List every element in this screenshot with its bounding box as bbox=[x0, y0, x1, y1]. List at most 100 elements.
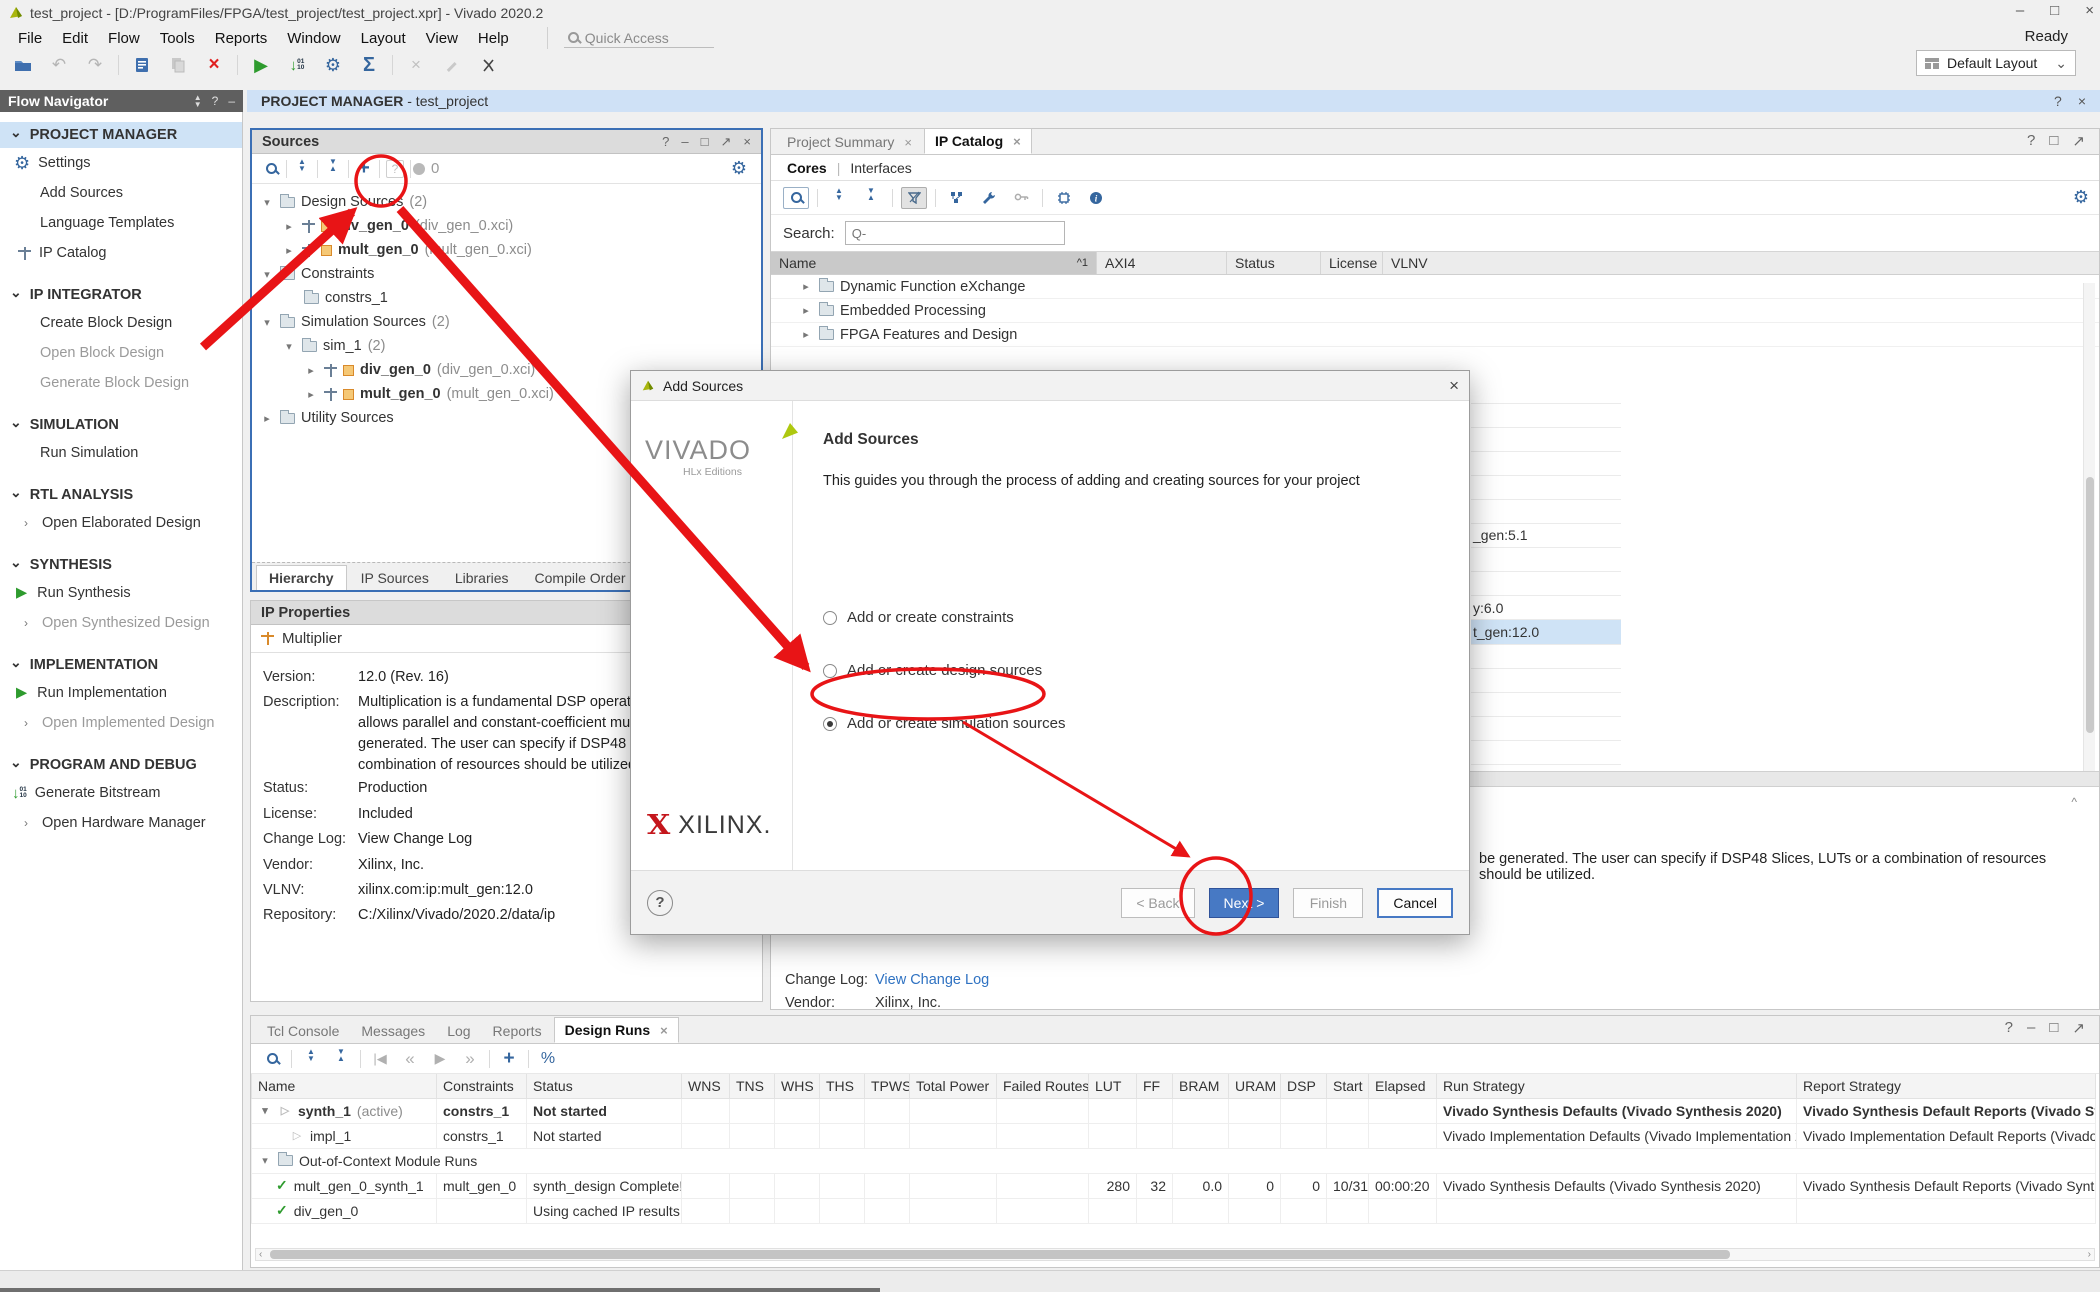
column-vlnv[interactable]: VLNV bbox=[1383, 252, 1623, 274]
info-icon[interactable]: i bbox=[1083, 187, 1109, 209]
radio-add-simulation-sources[interactable]: Add or create simulation sources bbox=[823, 715, 1065, 732]
dialog-titlebar[interactable]: Add Sources × bbox=[631, 371, 1469, 401]
wrench-icon[interactable] bbox=[976, 187, 1002, 209]
col-dsp[interactable]: DSP bbox=[1281, 1074, 1327, 1098]
chip-icon[interactable] bbox=[1051, 187, 1077, 209]
tab-ip-catalog[interactable]: IP Catalog× bbox=[924, 128, 1032, 154]
collapse-all-icon[interactable]: ▲▼ bbox=[298, 1048, 324, 1070]
tab-ip-sources[interactable]: IP Sources bbox=[349, 566, 441, 590]
col-tns[interactable]: TNS bbox=[730, 1074, 775, 1098]
subtab-interfaces[interactable]: Interfaces bbox=[850, 160, 911, 176]
fn-item-run-synthesis[interactable]: Run Synthesis bbox=[0, 578, 242, 608]
column-axi4[interactable]: AXI4 bbox=[1097, 252, 1227, 274]
col-name[interactable]: Name bbox=[252, 1074, 437, 1098]
sigma-icon[interactable]: Σ bbox=[356, 53, 382, 77]
gear-icon[interactable] bbox=[731, 158, 747, 179]
menu-window[interactable]: Window bbox=[277, 28, 350, 49]
fn-section-rtl-analysis[interactable]: RTL ANALYSIS bbox=[0, 482, 242, 508]
close-icon[interactable]: × bbox=[1013, 134, 1021, 149]
maximize-panel-icon[interactable]: □ bbox=[2049, 1019, 2058, 1037]
menu-flow[interactable]: Flow bbox=[98, 28, 150, 49]
col-ths[interactable]: THS bbox=[820, 1074, 865, 1098]
fn-item-open-implemented-design[interactable]: ›Open Implemented Design bbox=[0, 708, 242, 738]
tab-project-summary[interactable]: Project Summary× bbox=[777, 130, 922, 154]
fn-section-implementation[interactable]: IMPLEMENTATION bbox=[0, 652, 242, 678]
tree-row[interactable]: ▾Simulation Sources(2) bbox=[252, 310, 761, 334]
tree-row[interactable]: ▸div_gen_0(div_gen_0.xci) bbox=[252, 214, 761, 238]
col-total-power[interactable]: Total Power bbox=[910, 1074, 997, 1098]
fn-item-run-simulation[interactable]: Run Simulation bbox=[0, 438, 242, 468]
expand-all-icon[interactable]: ▼▲ bbox=[320, 158, 346, 180]
minimize-panel-icon[interactable]: – bbox=[681, 134, 688, 150]
help-icon[interactable]: ? bbox=[662, 134, 669, 150]
catalog-scrollbar[interactable] bbox=[2083, 283, 2095, 771]
tab-messages[interactable]: Messages bbox=[351, 1019, 435, 1043]
menu-edit[interactable]: Edit bbox=[52, 28, 98, 49]
percent-icon[interactable]: % bbox=[535, 1048, 561, 1070]
fn-item-open-hardware-manager[interactable]: ›Open Hardware Manager bbox=[0, 808, 242, 838]
catalog-row[interactable]: ▸Dynamic Function eXchange bbox=[771, 275, 2099, 299]
menu-tools[interactable]: Tools bbox=[150, 28, 205, 49]
minimize-icon[interactable]: – bbox=[2016, 2, 2024, 19]
catalog-search-input[interactable] bbox=[845, 221, 1065, 245]
radio-selected-icon[interactable] bbox=[823, 717, 837, 731]
add-sources-icon[interactable]: + bbox=[351, 158, 377, 180]
redo-icon[interactable]: ↷ bbox=[82, 53, 108, 77]
col-bram[interactable]: BRAM bbox=[1173, 1074, 1229, 1098]
tab-log[interactable]: Log bbox=[437, 1019, 480, 1043]
col-whs[interactable]: WHS bbox=[775, 1074, 820, 1098]
tree-row[interactable]: ▸mult_gen_0(mult_gen_0.xci) bbox=[252, 238, 761, 262]
col-wns[interactable]: WNS bbox=[682, 1074, 730, 1098]
radio-add-constraints[interactable]: Add or create constraints bbox=[823, 609, 1014, 626]
column-status[interactable]: Status bbox=[1227, 252, 1321, 274]
maximize-icon[interactable]: □ bbox=[2050, 2, 2059, 19]
expand-all-icon[interactable]: ? bbox=[212, 94, 219, 108]
float-panel-icon[interactable]: ↗ bbox=[2072, 132, 2085, 150]
col-elapsed[interactable]: Elapsed bbox=[1369, 1074, 1437, 1098]
delete-icon[interactable]: × bbox=[201, 53, 227, 77]
fn-section-program-debug[interactable]: PROGRAM AND DEBUG bbox=[0, 752, 242, 778]
fn-item-create-block-design[interactable]: Create Block Design bbox=[0, 308, 242, 338]
horizontal-scrollbar[interactable]: ‹ › bbox=[255, 1248, 2095, 1261]
col-ff[interactable]: FF bbox=[1137, 1074, 1173, 1098]
tab-tcl-console[interactable]: Tcl Console bbox=[257, 1019, 349, 1043]
tree-row[interactable]: ▾Design Sources(2) bbox=[252, 190, 761, 214]
fn-item-ip-catalog[interactable]: IP Catalog bbox=[0, 238, 242, 268]
run-row-div-gen[interactable]: div_gen_0 Using cached IP results bbox=[252, 1198, 2096, 1223]
expand-all-icon[interactable]: ▼▲ bbox=[328, 1048, 354, 1070]
fn-item-settings[interactable]: Settings bbox=[0, 148, 242, 178]
next-button[interactable]: Next > bbox=[1209, 888, 1280, 918]
fn-section-simulation[interactable]: SIMULATION bbox=[0, 412, 242, 438]
fn-item-open-synthesized-design[interactable]: ›Open Synthesized Design bbox=[0, 608, 242, 638]
layout-selector[interactable]: Default Layout ⌄ bbox=[1916, 50, 2076, 76]
copy-icon[interactable] bbox=[165, 53, 191, 77]
fn-item-add-sources[interactable]: Add Sources bbox=[0, 178, 242, 208]
fn-section-synthesis[interactable]: SYNTHESIS bbox=[0, 552, 242, 578]
column-name[interactable]: Name^1 bbox=[771, 252, 1097, 274]
create-run-icon[interactable]: + bbox=[496, 1048, 522, 1070]
tab-hierarchy[interactable]: Hierarchy bbox=[256, 565, 347, 590]
help-icon[interactable]: ? bbox=[2005, 1019, 2013, 1037]
finish-button[interactable]: Finish bbox=[1293, 888, 1363, 918]
radio-add-design-sources[interactable]: Add or create design sources bbox=[823, 662, 1042, 679]
run-row-impl1[interactable]: ▷impl_1 constrs_1 Not started Vivado Imp… bbox=[252, 1123, 2096, 1148]
collapse-all-icon[interactable]: ▲▼ bbox=[826, 187, 852, 209]
run-icon[interactable] bbox=[248, 53, 274, 77]
cancel-run-icon[interactable] bbox=[475, 53, 501, 77]
close-icon[interactable]: × bbox=[904, 135, 912, 150]
col-lut[interactable]: LUT bbox=[1089, 1074, 1137, 1098]
maximize-panel-icon[interactable]: □ bbox=[701, 134, 709, 150]
subtab-cores[interactable]: Cores bbox=[787, 160, 827, 176]
radio-icon[interactable] bbox=[823, 664, 837, 678]
fn-section-project-manager[interactable]: PROJECT MANAGER bbox=[0, 122, 242, 148]
filter-icon[interactable] bbox=[901, 187, 927, 209]
fn-section-ip-integrator[interactable]: IP INTEGRATOR bbox=[0, 282, 242, 308]
tree-row[interactable]: ▾Constraints bbox=[252, 262, 761, 286]
menu-layout[interactable]: Layout bbox=[351, 28, 416, 49]
group-icon[interactable] bbox=[944, 187, 970, 209]
col-constraints[interactable]: Constraints bbox=[437, 1074, 527, 1098]
col-uram[interactable]: URAM bbox=[1229, 1074, 1281, 1098]
collapse-all-icon[interactable]: ▲▼ bbox=[194, 94, 202, 108]
run-row-mult-gen[interactable]: mult_gen_0_synth_1 mult_gen_0 synth_desi… bbox=[252, 1173, 2096, 1198]
collapse-all-icon[interactable]: ▲▼ bbox=[289, 158, 315, 180]
